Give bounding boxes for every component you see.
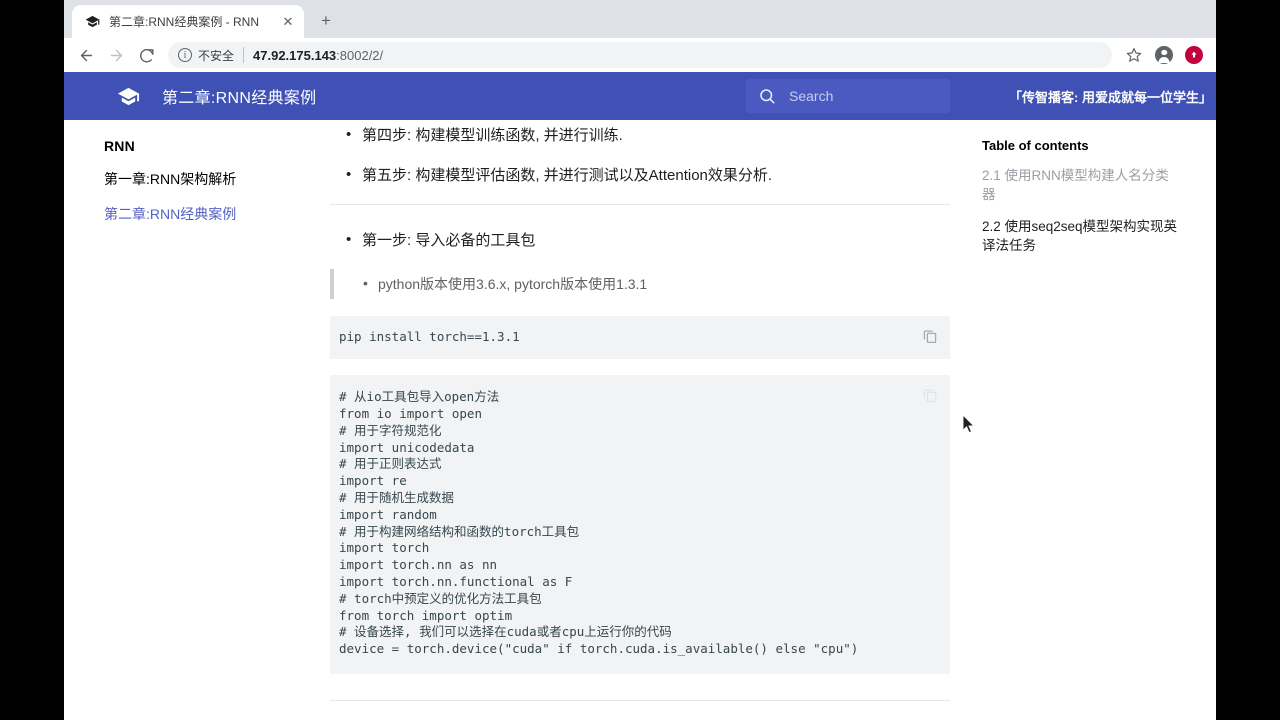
security-status-text: 不安全 — [198, 48, 235, 63]
info-circle-icon[interactable]: i — [178, 48, 192, 62]
copy-icon[interactable] — [921, 386, 939, 404]
browser-toolbar: i 不安全 47.92.175.143:8002/2/ — [64, 38, 1216, 72]
code-block-imports: # 从io工具包导入open方法 from io import open # 用… — [330, 375, 950, 674]
graduation-cap-icon — [84, 14, 100, 30]
extension-badge-icon[interactable] — [1180, 41, 1208, 69]
step-one-list: 第一步: 导入必备的工具包 — [330, 228, 950, 253]
sidebar-item-chapter-2[interactable]: 第二章:RNN经典案例 — [104, 205, 324, 223]
graduation-cap-logo[interactable] — [116, 84, 140, 108]
mouse-pointer-icon — [962, 413, 975, 434]
profile-avatar-icon[interactable] — [1150, 41, 1178, 69]
note-blockquote: python版本使用3.6.x, pytorch版本使用1.3.1 — [330, 269, 950, 300]
search-icon — [758, 87, 776, 105]
url-path: :8002/2/ — [336, 47, 384, 63]
toc-title: Table of contents — [982, 138, 1089, 153]
page-body: RNN 第一章:RNN架构解析 第二章:RNN经典案例 Table of con… — [64, 120, 1216, 720]
tab-title: 第二章:RNN经典案例 - RNN — [109, 14, 259, 29]
tab-strip: 第二章:RNN经典案例 - RNN ✕ + — [64, 0, 1216, 38]
address-bar[interactable]: i 不安全 47.92.175.143:8002/2/ — [168, 42, 1112, 68]
note-list: python版本使用3.6.x, pytorch版本使用1.3.1 — [334, 269, 950, 299]
search-box[interactable] — [746, 79, 950, 113]
toc-item-2-1[interactable]: 2.1 使用RNN模型构建人名分类器 — [982, 167, 1182, 204]
search-input[interactable] — [789, 88, 938, 104]
bookmark-star-icon[interactable] — [1120, 41, 1148, 69]
reload-button[interactable] — [132, 41, 160, 69]
list-item: 第一步: 导入必备的工具包 — [330, 228, 950, 253]
section-divider — [330, 699, 950, 701]
browser-chrome: 第二章:RNN经典案例 - RNN ✕ + i 不安全 47.92.175.14… — [64, 0, 1216, 72]
main-content: 第四步: 构建模型训练函数, 并进行训练. 第五步: 构建模型评估函数, 并进行… — [330, 120, 950, 720]
sidebar-nav: RNN 第一章:RNN架构解析 第二章:RNN经典案例 — [104, 138, 324, 240]
toc-item-2-2[interactable]: 2.2 使用seq2seq模型架构实现英译法任务 — [982, 218, 1182, 255]
close-icon[interactable]: ✕ — [280, 14, 296, 30]
new-tab-button[interactable]: + — [312, 7, 340, 35]
sidebar-title: RNN — [104, 138, 135, 154]
site-tagline: 「传智播客: 用爱成就每一位学生」 — [1009, 89, 1212, 105]
url-host: 47.92.175.143 — [253, 47, 337, 63]
code-text: # 从io工具包导入open方法 from io import open # 用… — [339, 389, 859, 657]
list-item: 第四步: 构建模型训练函数, 并进行训练. — [330, 123, 950, 148]
forward-button[interactable] — [102, 41, 130, 69]
page-title: 第二章:RNN经典案例 — [162, 90, 317, 107]
code-block-install: pip install torch==1.3.1 — [330, 316, 950, 360]
site-header: 第二章:RNN经典案例 「传智播客: 用爱成就每一位学生」 — [64, 72, 1216, 120]
browser-tab[interactable]: 第二章:RNN经典案例 - RNN ✕ — [72, 5, 304, 38]
url-text: 47.92.175.143:8002/2/ — [253, 48, 383, 63]
back-button[interactable] — [72, 41, 100, 69]
code-text: pip install torch==1.3.1 — [339, 329, 520, 345]
list-item: python版本使用3.6.x, pytorch版本使用1.3.1 — [334, 269, 950, 299]
table-of-contents: Table of contents 2.1 使用RNN模型构建人名分类器 2.2… — [982, 138, 1182, 270]
section-divider — [330, 204, 950, 205]
sidebar-item-chapter-1[interactable]: 第一章:RNN架构解析 — [104, 170, 324, 188]
list-item: 第五步: 构建模型评估函数, 并进行测试以及Attention效果分析. — [330, 163, 950, 188]
browser-viewport: 第二章:RNN经典案例 - RNN ✕ + i 不安全 47.92.175.14… — [64, 0, 1216, 720]
copy-icon[interactable] — [921, 327, 939, 345]
omnibox-divider — [243, 47, 245, 63]
top-steps-list: 第四步: 构建模型训练函数, 并进行训练. 第五步: 构建模型评估函数, 并进行… — [330, 123, 950, 188]
